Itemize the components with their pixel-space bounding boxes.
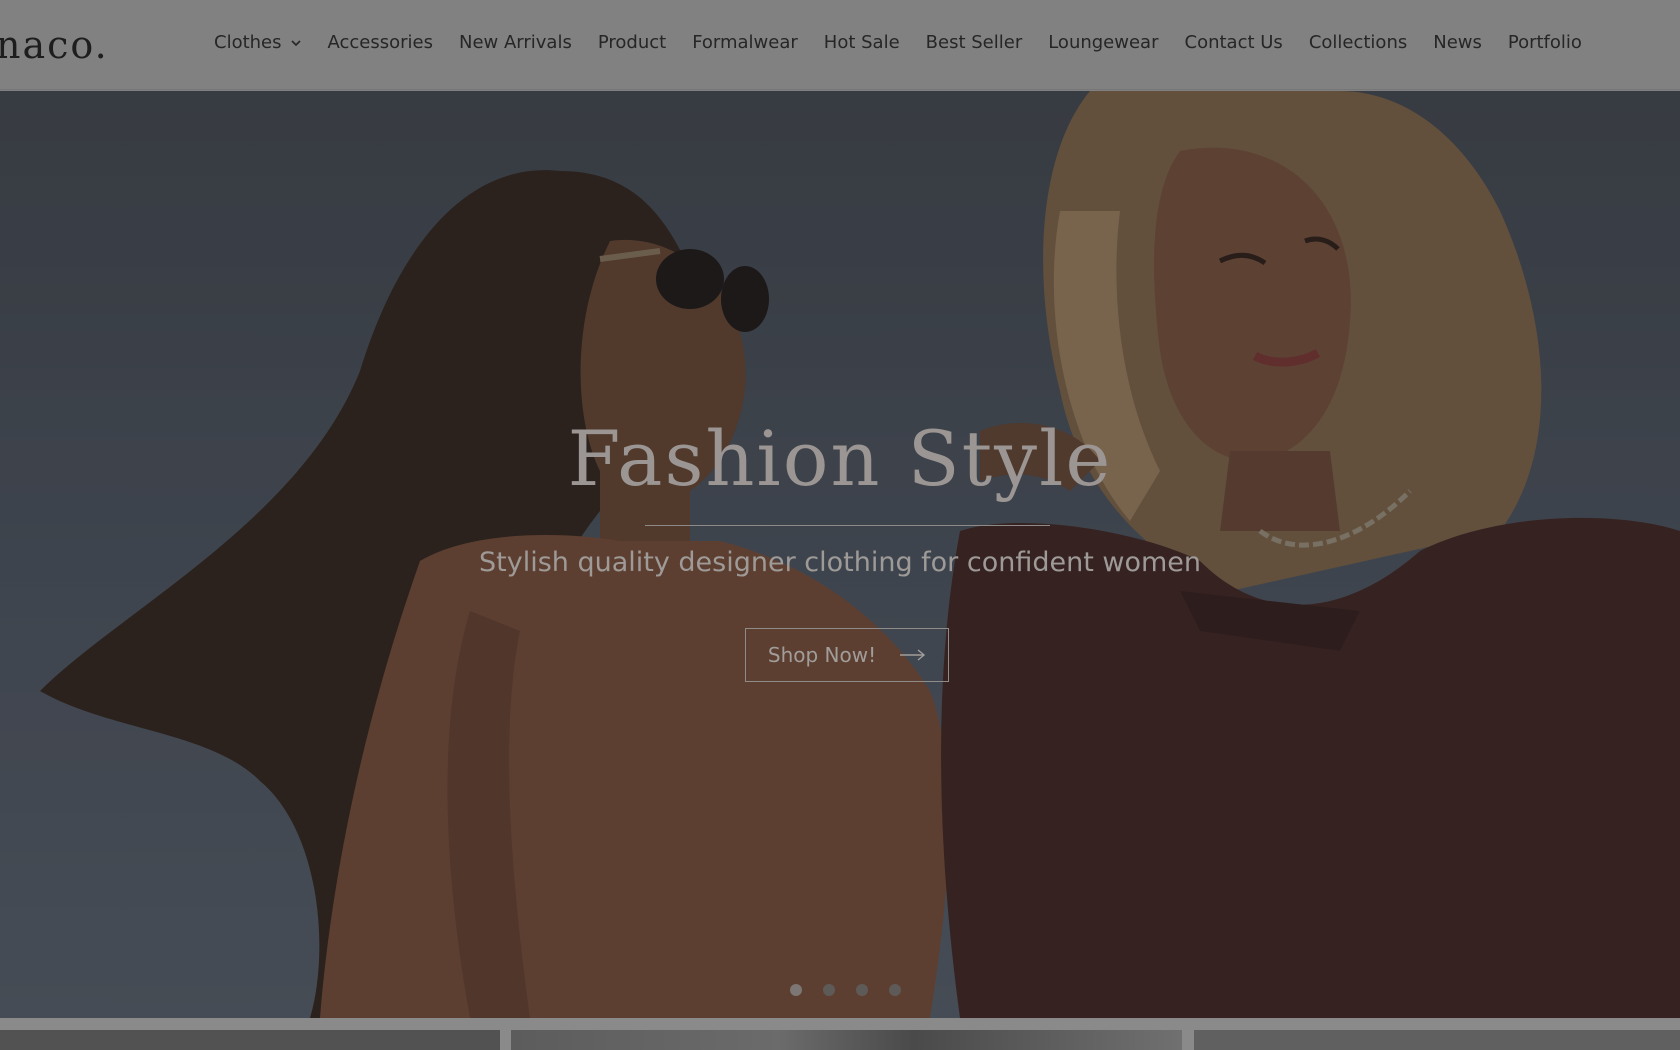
- nav-item-best-seller[interactable]: Best Seller: [926, 34, 1023, 56]
- slider-dot-3[interactable]: [856, 984, 868, 996]
- featured-strip: [0, 1018, 1680, 1050]
- slider-dot-2[interactable]: [823, 984, 835, 996]
- nav-item-collections[interactable]: Collections: [1309, 34, 1407, 56]
- slider-dot-4[interactable]: [889, 984, 901, 996]
- nav-item-hot-sale[interactable]: Hot Sale: [824, 34, 900, 56]
- nav-item-contact-us[interactable]: Contact Us: [1185, 34, 1283, 56]
- shop-now-label: Shop Now!: [767, 643, 877, 667]
- nav-item-accessories[interactable]: Accessories: [328, 34, 434, 56]
- nav-item-loungewear[interactable]: Loungewear: [1048, 34, 1158, 56]
- hero-divider: [645, 525, 1050, 526]
- hero-subtitle: Stylish quality designer clothing for co…: [478, 547, 1202, 578]
- nav-item-label: Clothes: [214, 32, 282, 53]
- slider-dot-1[interactable]: [790, 984, 802, 996]
- nav-item-news[interactable]: News: [1433, 34, 1482, 56]
- hero-slider: Fashion Style Stylish quality designer c…: [0, 91, 1680, 1018]
- nav-item-product[interactable]: Product: [598, 34, 666, 56]
- site-logo[interactable]: naco.: [0, 18, 109, 72]
- nav-item-formalwear[interactable]: Formalwear: [692, 34, 798, 56]
- nav-item-clothes[interactable]: Clothes: [214, 34, 302, 56]
- featured-card[interactable]: [1194, 1030, 1680, 1050]
- slider-pagination: [790, 984, 901, 996]
- nav-item-portfolio[interactable]: Portfolio: [1508, 34, 1582, 56]
- featured-card[interactable]: [511, 1030, 1182, 1050]
- shop-now-button[interactable]: Shop Now!: [745, 628, 949, 682]
- nav-item-new-arrivals[interactable]: New Arrivals: [459, 34, 572, 56]
- main-nav: Clothes Accessories New Arrivals Product…: [214, 0, 1608, 90]
- arrow-right-icon: [900, 649, 926, 661]
- hero-title: Fashion Style: [567, 414, 1113, 503]
- chevron-down-icon: [290, 40, 301, 47]
- site-header: naco. Clothes Accessories New Arrivals P…: [0, 0, 1680, 90]
- featured-card[interactable]: [0, 1030, 500, 1050]
